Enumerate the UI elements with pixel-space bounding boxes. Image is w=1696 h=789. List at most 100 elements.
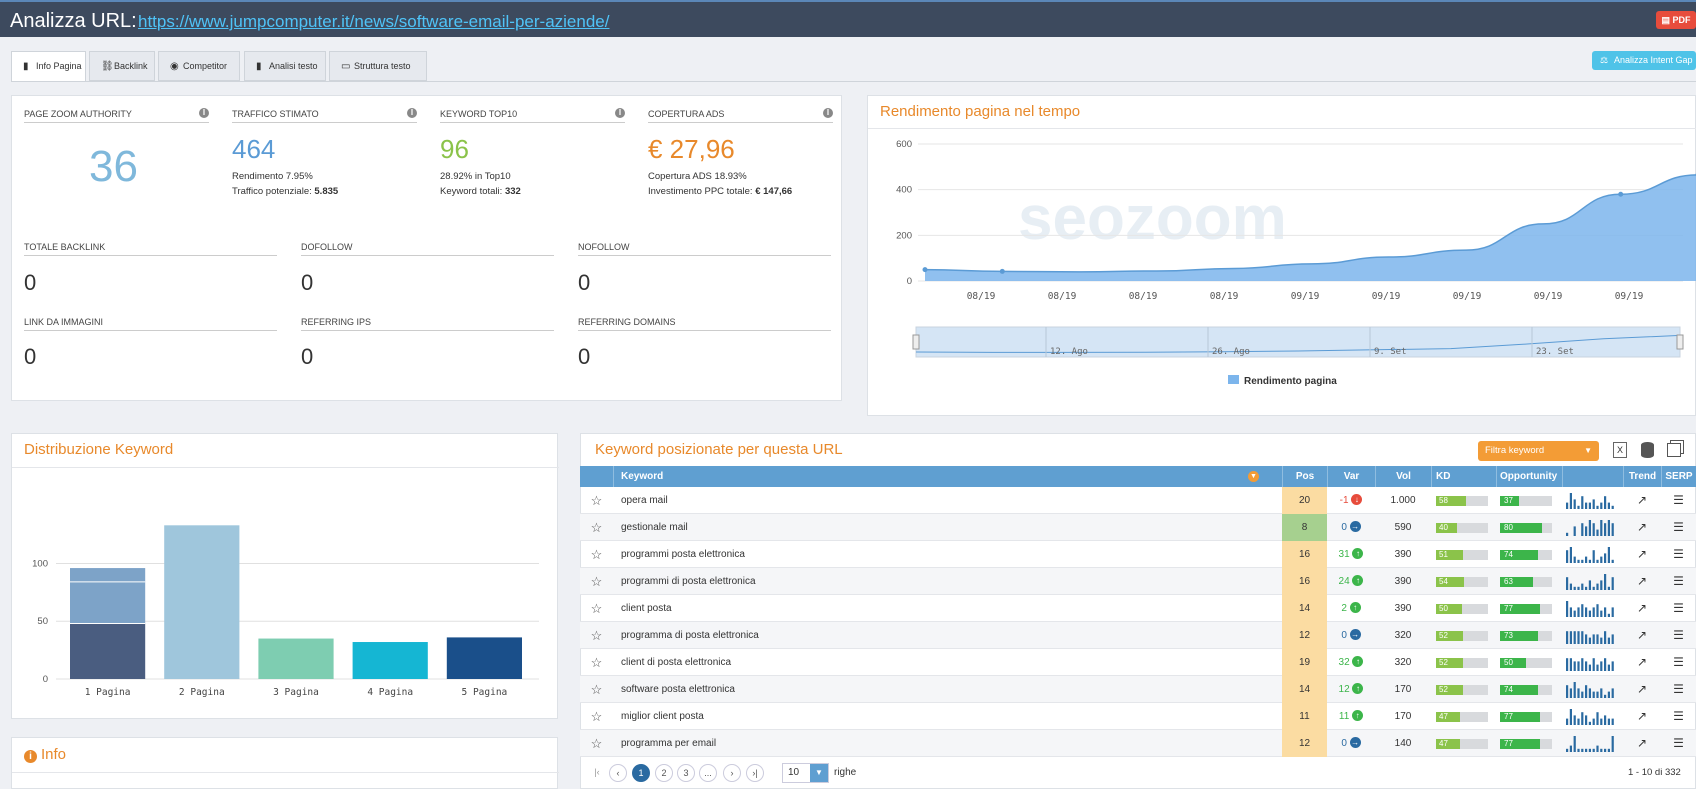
star-icon[interactable]: ☆ (580, 676, 613, 703)
opportunity-value: 77 (1500, 712, 1540, 722)
trend-chart-icon[interactable]: ↗ (1623, 649, 1661, 676)
col-trend[interactable]: Trend (1623, 466, 1661, 487)
database-icon[interactable] (1641, 442, 1654, 458)
keyword-cell[interactable]: client posta (621, 595, 1261, 622)
spark-bar (1569, 583, 1572, 590)
col-vol[interactable]: Vol (1375, 466, 1431, 487)
next-page-button[interactable]: › (723, 764, 741, 782)
info-icon[interactable]: i (615, 108, 625, 118)
serp-list-icon[interactable]: ☰ (1661, 568, 1696, 595)
serp-list-icon[interactable]: ☰ (1661, 730, 1696, 757)
data-point[interactable] (1618, 191, 1624, 197)
info-icon[interactable]: i (823, 108, 833, 118)
x-tick-label: 1 Pagina (85, 687, 131, 698)
star-icon[interactable]: ☆ (580, 622, 613, 649)
keyword-cell[interactable]: client di posta elettronica (621, 649, 1261, 676)
more-pages-button[interactable]: ... (699, 764, 717, 782)
bar-segment[interactable] (164, 525, 240, 679)
spark-bar (1585, 748, 1588, 752)
bar-segment[interactable] (258, 638, 334, 679)
data-point[interactable] (922, 267, 928, 273)
keyword-cell[interactable]: programmi posta elettronica (621, 541, 1261, 568)
last-page-button[interactable]: ›| (746, 764, 764, 782)
spark-bar (1600, 556, 1603, 563)
serp-list-icon[interactable]: ☰ (1661, 676, 1696, 703)
trend-sparkline (1566, 682, 1614, 698)
tab-struttura-testo[interactable]: ▭ Struttura testo (329, 51, 427, 81)
star-icon[interactable]: ☆ (580, 703, 613, 730)
col-opportunity[interactable]: Opportunity (1496, 466, 1562, 487)
star-icon[interactable]: ☆ (580, 730, 613, 757)
navigator-handle-left[interactable] (912, 334, 920, 350)
copy-icon[interactable] (1667, 443, 1681, 457)
tab-info-pagina[interactable]: ▮ Info Pagina (11, 51, 86, 82)
analyzed-url-link[interactable]: https://www.jumpcomputer.it/news/softwar… (138, 12, 609, 32)
keyword-cell[interactable]: opera mail (621, 487, 1261, 514)
col-kd[interactable]: KD (1431, 466, 1496, 487)
spark-bar (1604, 553, 1607, 563)
navigator-label: 23. Set (1536, 347, 1574, 357)
data-point[interactable] (999, 268, 1005, 274)
trend-chart-icon[interactable]: ↗ (1623, 514, 1661, 541)
star-icon[interactable]: ☆ (580, 595, 613, 622)
kd-bar: 52 (1436, 631, 1488, 641)
serp-list-icon[interactable]: ☰ (1661, 541, 1696, 568)
star-icon[interactable]: ☆ (580, 541, 613, 568)
perf-legend[interactable]: Rendimento pagina (1228, 375, 1337, 387)
serp-list-icon[interactable]: ☰ (1661, 514, 1696, 541)
tab-analisi-testo[interactable]: ▮ Analisi testo (244, 51, 326, 81)
serp-list-icon[interactable]: ☰ (1661, 595, 1696, 622)
excel-export-icon[interactable]: X (1613, 442, 1627, 458)
trend-chart-icon[interactable]: ↗ (1623, 568, 1661, 595)
serp-list-icon[interactable]: ☰ (1661, 487, 1696, 514)
star-icon[interactable]: ☆ (580, 514, 613, 541)
keyword-cell[interactable]: programmi di posta elettronica (621, 568, 1261, 595)
keyword-cell[interactable]: programma per email (621, 730, 1261, 757)
bar-segment[interactable] (352, 642, 428, 679)
trend-chart-icon[interactable]: ↗ (1623, 730, 1661, 757)
serp-list-icon[interactable]: ☰ (1661, 622, 1696, 649)
spark-bar (1585, 634, 1588, 644)
trend-chart-icon[interactable]: ↗ (1623, 487, 1661, 514)
first-page-button[interactable]: |‹ (588, 764, 606, 782)
serp-list-icon[interactable]: ☰ (1661, 703, 1696, 730)
col-keyword[interactable]: Keyword ▼ (613, 466, 1263, 487)
trend-chart-icon[interactable]: ↗ (1623, 622, 1661, 649)
col-var[interactable]: Var (1327, 466, 1375, 487)
trend-chart-icon[interactable]: ↗ (1623, 595, 1661, 622)
rows-per-page-select[interactable]: 10 ▼ (782, 763, 829, 783)
star-icon[interactable]: ☆ (580, 649, 613, 676)
backlink-value-domains: 0 (578, 344, 591, 369)
keyword-cell[interactable]: software posta elettronica (621, 676, 1261, 703)
bar-segment[interactable] (446, 637, 522, 679)
filter-keyword-dropdown[interactable]: Filtra keyword ▼ (1478, 441, 1599, 461)
navigator-handle-right[interactable] (1676, 334, 1684, 350)
page-1-button[interactable]: 1 (632, 764, 650, 782)
info-icon[interactable]: i (199, 108, 209, 118)
sort-icon[interactable]: ▼ (1248, 471, 1259, 482)
tab-competitor[interactable]: ◉ Competitor (158, 51, 240, 81)
spark-bar (1588, 610, 1591, 617)
keyword-cell[interactable]: miglior client posta (621, 703, 1261, 730)
star-icon[interactable]: ☆ (580, 487, 613, 514)
col-pos[interactable]: Pos (1282, 466, 1327, 487)
bar-segment[interactable] (70, 568, 146, 624)
info-icon[interactable]: i (407, 108, 417, 118)
keyword-cell[interactable]: gestionale mail (621, 514, 1261, 541)
spark-bar (1577, 586, 1580, 590)
col-serp[interactable]: SERP (1661, 466, 1696, 487)
star-icon[interactable]: ☆ (580, 568, 613, 595)
keyword-cell[interactable]: programma di posta elettronica (621, 622, 1261, 649)
page-2-button[interactable]: 2 (655, 764, 673, 782)
pdf-button[interactable]: ▤ PDF (1656, 11, 1696, 29)
bar-segment[interactable] (70, 623, 146, 679)
trend-chart-icon[interactable]: ↗ (1623, 676, 1661, 703)
analyze-intent-gap-button[interactable]: ⚖ Analizza Intent Gap (1592, 51, 1696, 70)
serp-list-icon[interactable]: ☰ (1661, 649, 1696, 676)
x-tick-label: 08/19 (967, 291, 996, 302)
tab-backlink[interactable]: ⛓ Backlink (89, 51, 155, 81)
trend-chart-icon[interactable]: ↗ (1623, 541, 1661, 568)
prev-page-button[interactable]: ‹ (609, 764, 627, 782)
trend-chart-icon[interactable]: ↗ (1623, 703, 1661, 730)
page-3-button[interactable]: 3 (677, 764, 695, 782)
